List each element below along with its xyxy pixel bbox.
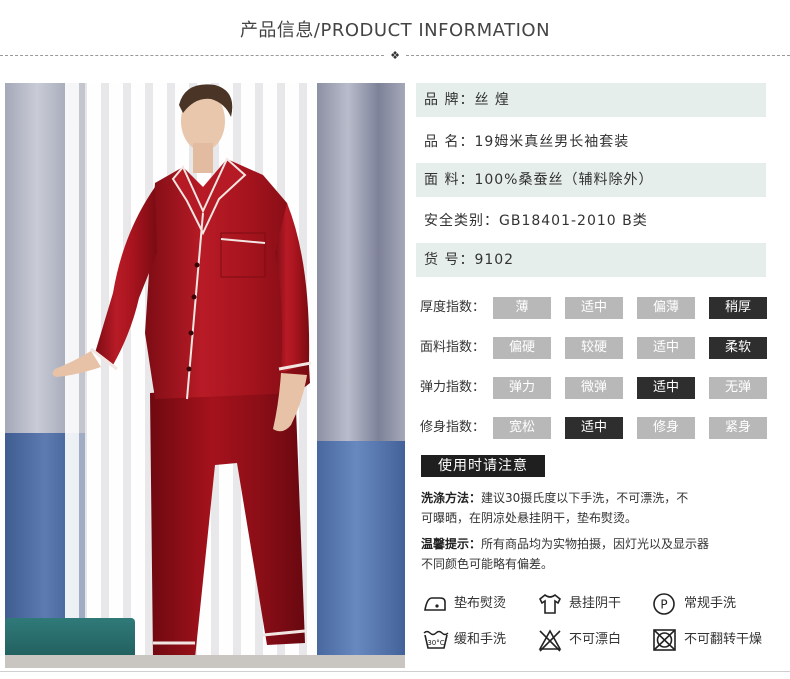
index-option-selected: 适中 [565, 417, 623, 439]
care-gentle-hand-wash: 30°C 缓和手洗 [422, 628, 532, 652]
index-row-thickness: 厚度指数： 薄 适中 偏薄 稍厚 [420, 297, 770, 319]
product-photo [5, 83, 405, 668]
index-label: 修身指数： [420, 420, 486, 435]
care-no-bleach: 不可漂白 [537, 628, 647, 652]
tip-text: 温馨提示：所有商品均为实物拍摄，因灯光以及显示器 不同颜色可能略有偏差。 [421, 534, 766, 574]
section-title: 产品信息/PRODUCT INFORMATION [239, 20, 551, 41]
spec-brand: 品 牌：丝 煌 [416, 83, 766, 117]
index-option: 偏薄 [637, 297, 695, 319]
index-row-fabric: 面料指数： 偏硬 较硬 适中 柔软 [420, 337, 770, 359]
wash-method-text: 洗涤方法：建议30摄氏度以下手洗，不可漂洗，不 可曝晒，在阴凉处悬挂阴干，垫布熨… [421, 488, 766, 528]
crossed-tumble-dry-icon [653, 629, 676, 651]
index-option: 弹力 [493, 377, 551, 399]
wash-method-label: 洗涤方法： [421, 491, 482, 505]
index-row-elasticity: 弹力指数： 弹力 微弹 适中 无弹 [420, 377, 770, 399]
model-in-silk-pajamas [5, 84, 405, 668]
usage-notice-title: 使用时请注意 [421, 455, 545, 477]
index-label: 弹力指数： [420, 380, 486, 395]
care-iron-with-cloth: 垫布熨烫 [422, 592, 532, 616]
index-row-fit: 修身指数： 宽松 适中 修身 紧身 [420, 417, 770, 439]
index-option: 微弹 [565, 377, 623, 399]
tip-label: 温馨提示： [421, 537, 482, 551]
index-option-selected: 柔软 [709, 337, 767, 359]
index-option: 修身 [637, 417, 695, 439]
care-no-tumble-dry: 不可翻转干燥 [652, 628, 782, 652]
index-option: 宽松 [493, 417, 551, 439]
spec-fabric: 面 料：100%桑蚕丝（辅料除外） [416, 163, 766, 197]
index-option: 适中 [565, 297, 623, 319]
index-option-selected: 稍厚 [709, 297, 767, 319]
shirt-hanging-icon [538, 593, 562, 614]
svg-text:30°C: 30°C [427, 639, 444, 647]
crossed-triangle-icon [538, 629, 562, 652]
index-option: 无弹 [709, 377, 767, 399]
tip-line2: 不同颜色可能略有偏差。 [421, 557, 554, 571]
diamond-ornament-icon: ❖ [386, 47, 404, 65]
section-header: 产品信息/PRODUCT INFORMATION ❖ [0, 0, 790, 68]
index-option: 较硬 [565, 337, 623, 359]
iron-icon [424, 597, 446, 611]
index-option: 适中 [637, 337, 695, 359]
wash-method-line1: 建议30摄氏度以下手洗，不可漂洗，不 [481, 491, 689, 505]
index-label: 面料指数： [420, 340, 486, 355]
care-hang-dry: 悬挂阴干 [537, 592, 647, 616]
care-normal-hand-wash: P 常规手洗 [652, 592, 762, 616]
spec-safety-class: 安全类别：GB18401-2010 B类 [424, 213, 648, 229]
svg-text:P: P [660, 598, 667, 612]
index-option-selected: 适中 [637, 377, 695, 399]
index-label: 厚度指数： [420, 300, 486, 315]
wash-method-line2: 可曝晒，在阴凉处悬挂阴干，垫布熨烫。 [421, 511, 638, 525]
index-option: 偏硬 [493, 337, 551, 359]
spec-item-number: 货 号：9102 [416, 243, 766, 277]
index-option: 薄 [493, 297, 551, 319]
circle-p-icon: P [653, 593, 675, 615]
footer-divider [0, 671, 790, 672]
wash-tub-30c-icon: 30°C [423, 630, 449, 649]
spec-product-name: 品 名：19姆米真丝男长袖套装 [424, 134, 630, 150]
index-option: 紧身 [709, 417, 767, 439]
tip-line1: 所有商品均为实物拍摄，因灯光以及显示器 [481, 537, 710, 551]
